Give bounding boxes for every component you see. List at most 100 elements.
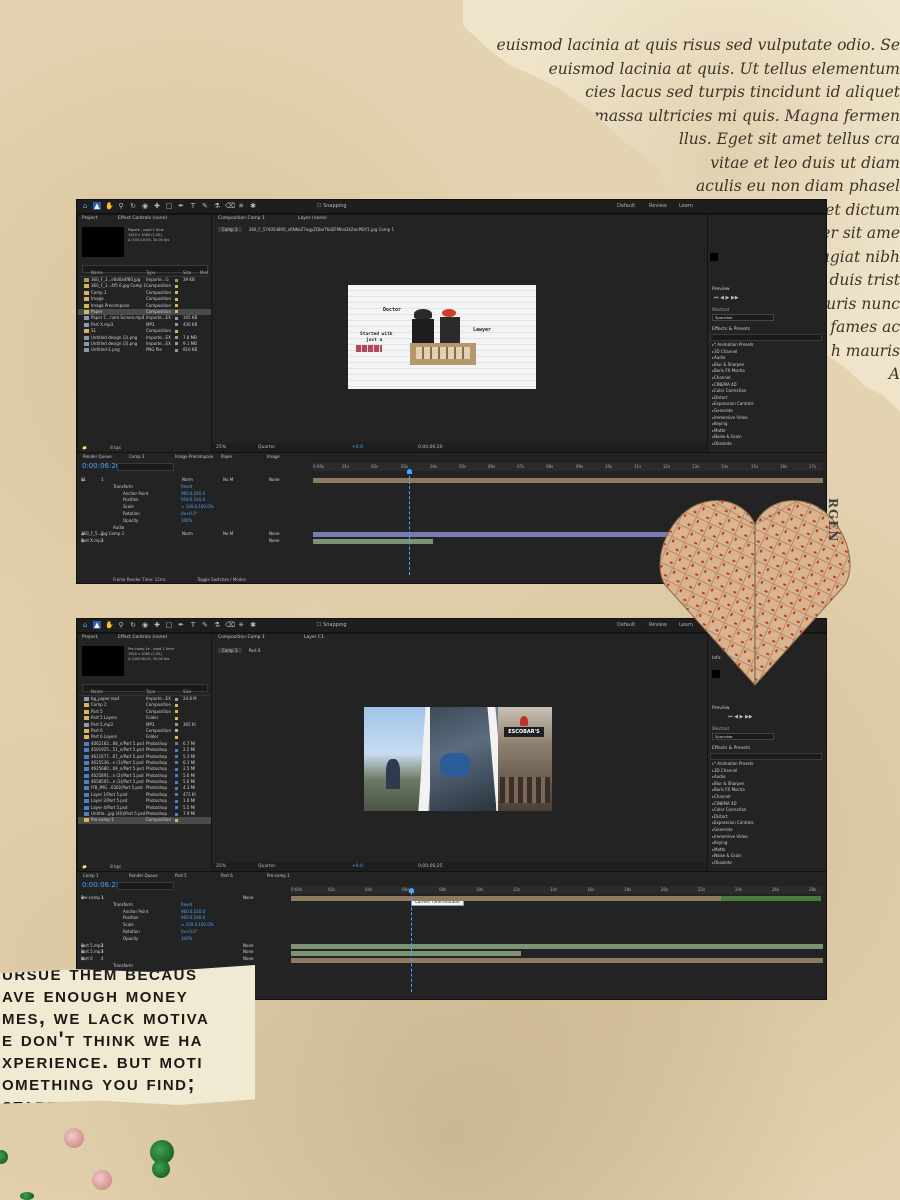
label-color-swatch[interactable] — [175, 336, 178, 340]
timeline-layer-row[interactable]: Scale ∞ 100.0,100.0% — [77, 504, 313, 511]
tab-composition[interactable]: Composition Comp 1 — [218, 635, 265, 640]
layer-duration-bar[interactable] — [291, 944, 823, 949]
selection-tool-icon[interactable]: ▲ — [93, 202, 101, 210]
effects-category[interactable]: Matte — [708, 847, 826, 854]
property-value[interactable]: 0x+0.0° — [181, 929, 198, 936]
hand-tool-icon[interactable]: ✋ — [105, 202, 114, 210]
timeline-layer-row[interactable]: Transform — [77, 963, 291, 970]
effects-category[interactable]: * Animation Presets — [708, 342, 826, 349]
effects-category[interactable]: Audio — [708, 355, 826, 362]
zoom-tool-icon[interactable]: ⚲ — [117, 621, 125, 629]
effects-category[interactable]: Channel — [708, 794, 826, 801]
timeline-layer-row[interactable]: ◉ 1 S1 Norm No M None — [77, 477, 313, 484]
stamp-tool-icon[interactable]: ⚗ — [213, 621, 221, 629]
timeline-layer-row[interactable]: Rotation 0x+0.0° — [77, 511, 313, 518]
property-value[interactable]: 959.6,540.0 — [181, 497, 205, 504]
eraser-tool-icon[interactable]: ⌫ — [225, 202, 235, 210]
label-color-swatch[interactable] — [175, 755, 178, 759]
property-value[interactable]: ∞ 100.0,100.0% — [181, 504, 214, 511]
label-color-swatch[interactable] — [175, 716, 178, 720]
home-icon[interactable]: ⌂ — [81, 621, 89, 629]
property-value[interactable]: 960.0,540.0 — [181, 915, 205, 922]
label-color-swatch[interactable] — [175, 774, 178, 778]
workspace-default[interactable]: Default — [617, 203, 635, 209]
workspace-learn[interactable]: Learn — [679, 203, 693, 209]
timeline-layer-row[interactable]: Rotation 0x+0.0° — [77, 929, 291, 936]
workspace-default[interactable]: Default — [617, 622, 635, 628]
timeline-tab[interactable]: Image — [267, 454, 280, 459]
effects-category[interactable]: Color Correction — [708, 388, 826, 395]
effects-category[interactable]: Color Correction — [708, 807, 826, 814]
effects-category[interactable]: Obsolete — [708, 441, 826, 448]
property-value[interactable]: Reset — [181, 902, 192, 909]
effects-category[interactable]: Keying — [708, 840, 826, 847]
pen-tool-icon[interactable]: ✒ — [177, 202, 185, 210]
layer-duration-bar[interactable] — [721, 896, 821, 901]
timeline-timecode[interactable]: 0:00:06:25 — [82, 881, 120, 889]
timeline-layer-row[interactable]: Anchor Point 960.0,540.0 — [77, 491, 313, 498]
camera-tool-icon[interactable]: ◉ — [141, 621, 149, 629]
effects-search-input[interactable] — [710, 334, 822, 341]
zoom-select[interactable]: 25% — [216, 864, 226, 869]
effects-category[interactable]: Boris FX Mocha — [708, 368, 826, 375]
tab-composition[interactable]: Composition Comp 1 — [218, 216, 265, 221]
timeline-search-input[interactable] — [117, 463, 174, 471]
label-color-swatch[interactable] — [175, 761, 178, 765]
label-color-swatch[interactable] — [175, 329, 178, 333]
layer-duration-bar[interactable] — [313, 478, 823, 483]
shortcut-select[interactable]: Spacebar — [712, 733, 774, 740]
label-color-swatch[interactable] — [175, 304, 178, 308]
effects-category[interactable]: CINEMA 4D — [708, 801, 826, 808]
blend-mode-select[interactable]: Norm — [182, 531, 193, 538]
timeline-layer-row[interactable]: Audio — [77, 525, 313, 532]
composition-frame[interactable]: ESCOBAR'S — [364, 707, 552, 811]
rotate-tool-icon[interactable]: ↻ — [129, 202, 137, 210]
timeline-layer-row[interactable]: Anchor Point 960.0,540.0 — [77, 909, 291, 916]
time-ruler[interactable]: 0:00s 02s 04s 06s 08s 10s 12s 14s 16s 18s 20s 22s 24… — [291, 886, 823, 894]
type-tool-icon[interactable]: T — [189, 621, 197, 629]
brush-tool-icon[interactable]: ✎ — [201, 621, 209, 629]
parent-select[interactable]: None — [243, 943, 253, 950]
timeline-layer-row[interactable]: ◉ 3 Part 5.mp3 None — [77, 949, 291, 956]
label-color-swatch[interactable] — [175, 703, 178, 707]
viewer-timecode[interactable]: 0;00;06;25 — [418, 864, 443, 869]
viewer-timecode[interactable]: 0;00;06;20 — [418, 445, 443, 450]
property-value[interactable]: ∞ 100.0,100.0% — [181, 922, 214, 929]
roto-brush-tool-icon[interactable]: ✳ — [237, 202, 245, 210]
label-color-swatch[interactable] — [175, 697, 178, 701]
timeline-tab[interactable]: Comp 1 — [83, 873, 99, 878]
timeline-tab[interactable]: Render Queue — [129, 873, 158, 878]
effects-category[interactable]: Blur & Sharpen — [708, 781, 826, 788]
effects-category[interactable]: 3D Channel — [708, 349, 826, 356]
effects-category[interactable]: Distort — [708, 395, 826, 402]
bpc-label[interactable]: 8 bpc — [110, 445, 121, 450]
effects-category[interactable]: Noise & Grain — [708, 853, 826, 860]
zoom-tool-icon[interactable]: ⚲ — [117, 202, 125, 210]
parent-select[interactable]: None — [243, 949, 253, 956]
effects-category[interactable]: Expression Controls — [708, 820, 826, 827]
label-color-swatch[interactable] — [175, 297, 178, 301]
timeline-layer-row[interactable]: Opacity 100% — [77, 518, 313, 525]
effects-search-input[interactable] — [710, 753, 822, 760]
effects-category[interactable]: Blur & Sharpen — [708, 362, 826, 369]
label-color-swatch[interactable] — [175, 742, 178, 746]
label-color-swatch[interactable] — [175, 342, 178, 346]
rotate-tool-icon[interactable]: ↻ — [129, 621, 137, 629]
label-color-swatch[interactable] — [175, 723, 178, 727]
property-value[interactable]: 0x+0.0° — [181, 511, 198, 518]
tab-project[interactable]: Project — [82, 635, 97, 640]
effects-category[interactable]: Audio — [708, 774, 826, 781]
effects-category[interactable]: Distort — [708, 814, 826, 821]
effects-category[interactable]: Immersive Video — [708, 415, 826, 422]
timeline-layer-row[interactable]: ◉ 2 360_F_5...jpg Comp 1 Norm No M None — [77, 531, 313, 538]
home-icon[interactable]: ⌂ — [81, 202, 89, 210]
timeline-tab[interactable]: Render Queue — [83, 454, 112, 459]
selection-tool-icon[interactable]: ▲ — [93, 621, 101, 629]
label-color-swatch[interactable] — [175, 284, 178, 288]
parent-select[interactable]: None — [269, 477, 279, 484]
shape-tool-icon[interactable]: □ — [165, 202, 173, 210]
shape-tool-icon[interactable]: □ — [165, 621, 173, 629]
effects-category[interactable]: Channel — [708, 375, 826, 382]
timeline-timecode[interactable]: 0:00:06:20 — [82, 462, 120, 470]
label-color-swatch[interactable] — [175, 818, 178, 822]
